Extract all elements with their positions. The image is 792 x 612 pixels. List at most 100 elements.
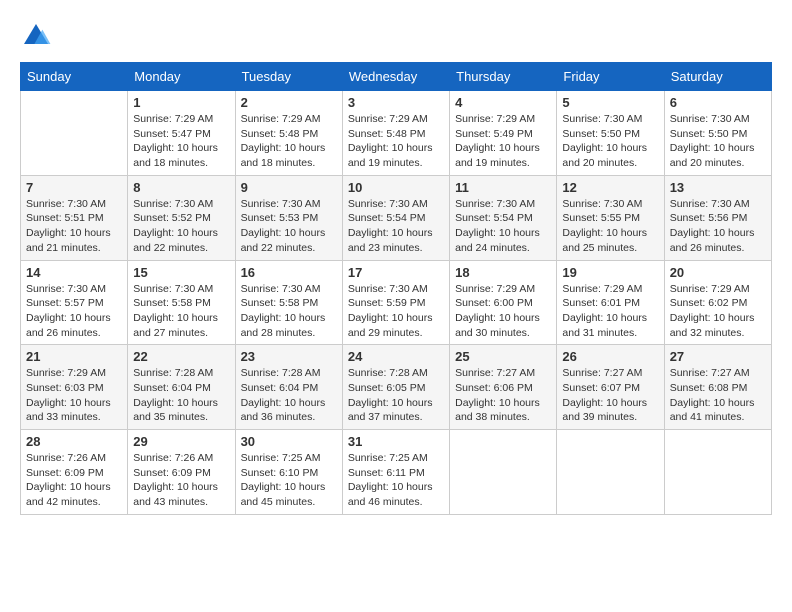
sunset-text: Sunset: 6:07 PM — [562, 381, 658, 396]
calendar-cell: 7 Sunrise: 7:30 AM Sunset: 5:51 PM Dayli… — [21, 175, 128, 260]
day-info: Sunrise: 7:29 AM Sunset: 5:48 PM Dayligh… — [241, 112, 337, 171]
sunrise-text: Sunrise: 7:30 AM — [455, 197, 551, 212]
day-info: Sunrise: 7:29 AM Sunset: 6:01 PM Dayligh… — [562, 282, 658, 341]
sunset-text: Sunset: 5:50 PM — [562, 127, 658, 142]
day-info: Sunrise: 7:29 AM Sunset: 5:49 PM Dayligh… — [455, 112, 551, 171]
daylight-text: Daylight: 10 hours and 20 minutes. — [562, 141, 658, 170]
daylight-text: Daylight: 10 hours and 33 minutes. — [26, 396, 122, 425]
sunrise-text: Sunrise: 7:29 AM — [26, 366, 122, 381]
weekday-header: Friday — [557, 63, 664, 91]
day-number: 15 — [133, 265, 229, 280]
day-number: 21 — [26, 349, 122, 364]
day-info: Sunrise: 7:29 AM Sunset: 5:47 PM Dayligh… — [133, 112, 229, 171]
sunset-text: Sunset: 6:01 PM — [562, 296, 658, 311]
day-number: 26 — [562, 349, 658, 364]
calendar-cell: 16 Sunrise: 7:30 AM Sunset: 5:58 PM Dayl… — [235, 260, 342, 345]
daylight-text: Daylight: 10 hours and 35 minutes. — [133, 396, 229, 425]
day-number: 29 — [133, 434, 229, 449]
sunset-text: Sunset: 5:57 PM — [26, 296, 122, 311]
daylight-text: Daylight: 10 hours and 45 minutes. — [241, 480, 337, 509]
day-number: 31 — [348, 434, 444, 449]
calendar-cell: 29 Sunrise: 7:26 AM Sunset: 6:09 PM Dayl… — [128, 430, 235, 515]
sunset-text: Sunset: 5:59 PM — [348, 296, 444, 311]
calendar-cell: 18 Sunrise: 7:29 AM Sunset: 6:00 PM Dayl… — [450, 260, 557, 345]
day-number: 17 — [348, 265, 444, 280]
calendar-cell: 14 Sunrise: 7:30 AM Sunset: 5:57 PM Dayl… — [21, 260, 128, 345]
day-number: 28 — [26, 434, 122, 449]
calendar-cell: 30 Sunrise: 7:25 AM Sunset: 6:10 PM Dayl… — [235, 430, 342, 515]
daylight-text: Daylight: 10 hours and 31 minutes. — [562, 311, 658, 340]
logo — [20, 20, 56, 52]
day-info: Sunrise: 7:30 AM Sunset: 5:59 PM Dayligh… — [348, 282, 444, 341]
day-number: 30 — [241, 434, 337, 449]
day-number: 2 — [241, 95, 337, 110]
daylight-text: Daylight: 10 hours and 46 minutes. — [348, 480, 444, 509]
day-number: 5 — [562, 95, 658, 110]
daylight-text: Daylight: 10 hours and 19 minutes. — [455, 141, 551, 170]
calendar-cell — [21, 91, 128, 176]
sunset-text: Sunset: 5:54 PM — [348, 211, 444, 226]
sunset-text: Sunset: 5:55 PM — [562, 211, 658, 226]
sunset-text: Sunset: 5:48 PM — [348, 127, 444, 142]
day-info: Sunrise: 7:29 AM Sunset: 6:00 PM Dayligh… — [455, 282, 551, 341]
sunrise-text: Sunrise: 7:30 AM — [348, 197, 444, 212]
logo-icon — [20, 20, 52, 52]
calendar-cell: 11 Sunrise: 7:30 AM Sunset: 5:54 PM Dayl… — [450, 175, 557, 260]
calendar-cell: 17 Sunrise: 7:30 AM Sunset: 5:59 PM Dayl… — [342, 260, 449, 345]
calendar-cell: 31 Sunrise: 7:25 AM Sunset: 6:11 PM Dayl… — [342, 430, 449, 515]
day-info: Sunrise: 7:25 AM Sunset: 6:11 PM Dayligh… — [348, 451, 444, 510]
day-number: 1 — [133, 95, 229, 110]
sunrise-text: Sunrise: 7:28 AM — [241, 366, 337, 381]
calendar-week-row: 28 Sunrise: 7:26 AM Sunset: 6:09 PM Dayl… — [21, 430, 772, 515]
daylight-text: Daylight: 10 hours and 18 minutes. — [133, 141, 229, 170]
day-info: Sunrise: 7:28 AM Sunset: 6:04 PM Dayligh… — [133, 366, 229, 425]
day-info: Sunrise: 7:27 AM Sunset: 6:08 PM Dayligh… — [670, 366, 766, 425]
sunrise-text: Sunrise: 7:30 AM — [670, 112, 766, 127]
sunrise-text: Sunrise: 7:25 AM — [348, 451, 444, 466]
sunset-text: Sunset: 5:47 PM — [133, 127, 229, 142]
calendar-cell — [450, 430, 557, 515]
calendar-week-row: 14 Sunrise: 7:30 AM Sunset: 5:57 PM Dayl… — [21, 260, 772, 345]
sunrise-text: Sunrise: 7:30 AM — [241, 197, 337, 212]
daylight-text: Daylight: 10 hours and 23 minutes. — [348, 226, 444, 255]
day-info: Sunrise: 7:26 AM Sunset: 6:09 PM Dayligh… — [133, 451, 229, 510]
day-number: 6 — [670, 95, 766, 110]
day-number: 22 — [133, 349, 229, 364]
sunset-text: Sunset: 6:09 PM — [26, 466, 122, 481]
sunrise-text: Sunrise: 7:27 AM — [455, 366, 551, 381]
weekday-header: Saturday — [664, 63, 771, 91]
day-info: Sunrise: 7:30 AM Sunset: 5:50 PM Dayligh… — [670, 112, 766, 171]
daylight-text: Daylight: 10 hours and 22 minutes. — [241, 226, 337, 255]
day-number: 16 — [241, 265, 337, 280]
weekday-header: Sunday — [21, 63, 128, 91]
sunset-text: Sunset: 5:58 PM — [133, 296, 229, 311]
sunset-text: Sunset: 6:05 PM — [348, 381, 444, 396]
calendar-week-row: 1 Sunrise: 7:29 AM Sunset: 5:47 PM Dayli… — [21, 91, 772, 176]
sunrise-text: Sunrise: 7:30 AM — [26, 197, 122, 212]
sunset-text: Sunset: 5:58 PM — [241, 296, 337, 311]
sunset-text: Sunset: 6:04 PM — [133, 381, 229, 396]
day-number: 13 — [670, 180, 766, 195]
sunset-text: Sunset: 6:04 PM — [241, 381, 337, 396]
day-info: Sunrise: 7:30 AM Sunset: 5:53 PM Dayligh… — [241, 197, 337, 256]
sunset-text: Sunset: 6:06 PM — [455, 381, 551, 396]
sunrise-text: Sunrise: 7:30 AM — [133, 197, 229, 212]
sunset-text: Sunset: 5:51 PM — [26, 211, 122, 226]
sunset-text: Sunset: 6:03 PM — [26, 381, 122, 396]
sunset-text: Sunset: 5:54 PM — [455, 211, 551, 226]
sunrise-text: Sunrise: 7:30 AM — [670, 197, 766, 212]
calendar-cell: 21 Sunrise: 7:29 AM Sunset: 6:03 PM Dayl… — [21, 345, 128, 430]
calendar-cell: 20 Sunrise: 7:29 AM Sunset: 6:02 PM Dayl… — [664, 260, 771, 345]
daylight-text: Daylight: 10 hours and 43 minutes. — [133, 480, 229, 509]
daylight-text: Daylight: 10 hours and 30 minutes. — [455, 311, 551, 340]
day-number: 8 — [133, 180, 229, 195]
day-number: 27 — [670, 349, 766, 364]
daylight-text: Daylight: 10 hours and 18 minutes. — [241, 141, 337, 170]
calendar-cell: 4 Sunrise: 7:29 AM Sunset: 5:49 PM Dayli… — [450, 91, 557, 176]
calendar-cell: 5 Sunrise: 7:30 AM Sunset: 5:50 PM Dayli… — [557, 91, 664, 176]
calendar-cell: 23 Sunrise: 7:28 AM Sunset: 6:04 PM Dayl… — [235, 345, 342, 430]
sunrise-text: Sunrise: 7:30 AM — [562, 197, 658, 212]
weekday-header-row: SundayMondayTuesdayWednesdayThursdayFrid… — [21, 63, 772, 91]
day-info: Sunrise: 7:27 AM Sunset: 6:06 PM Dayligh… — [455, 366, 551, 425]
day-number: 24 — [348, 349, 444, 364]
